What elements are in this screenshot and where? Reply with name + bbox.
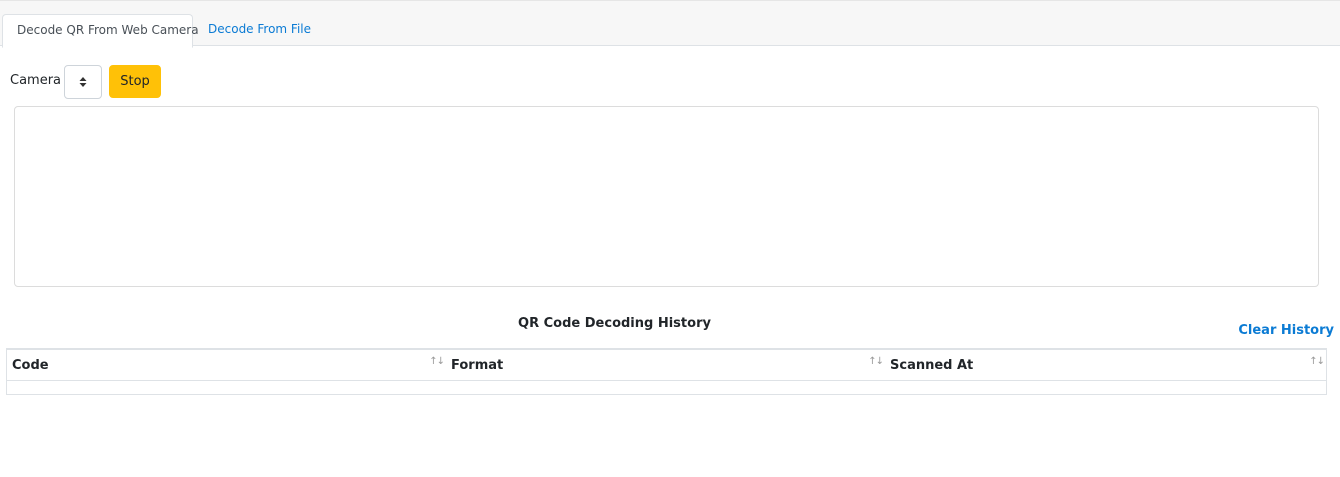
column-header-scanned-at[interactable]: Scanned At ↑↓ [885,350,1326,381]
table-header: Code ↑↓ Format ↑↓ Scanned At ↑↓ [7,349,1326,381]
history-title: QR Code Decoding History [518,316,711,331]
camera-label: Camera [10,73,62,88]
camera-select[interactable] [64,65,102,99]
clear-history-link[interactable]: Clear History [1238,323,1334,338]
sort-icon: ↑↓ [1309,356,1325,367]
tab-decode-webcam[interactable]: Decode QR From Web Camera [2,14,199,48]
column-header-label: Format [451,358,504,373]
column-header-format[interactable]: Format ↑↓ [446,350,885,381]
column-header-code[interactable]: Code ↑↓ [7,350,446,381]
history-table: Code ↑↓ Format ↑↓ Scanned At ↑↓ [6,348,1327,395]
column-header-label: Scanned At [890,358,974,373]
camera-preview [14,106,1319,287]
tab-bar: Decode QR From Web Camera Decode From Fi… [0,0,1340,48]
stop-button[interactable]: Stop [109,65,161,98]
sort-icon: ↑↓ [868,356,884,367]
sort-caret-icon [79,77,87,87]
column-header-label: Code [12,358,49,373]
sort-icon: ↑↓ [429,356,445,367]
tab-decode-file[interactable]: Decode From File [194,14,325,47]
